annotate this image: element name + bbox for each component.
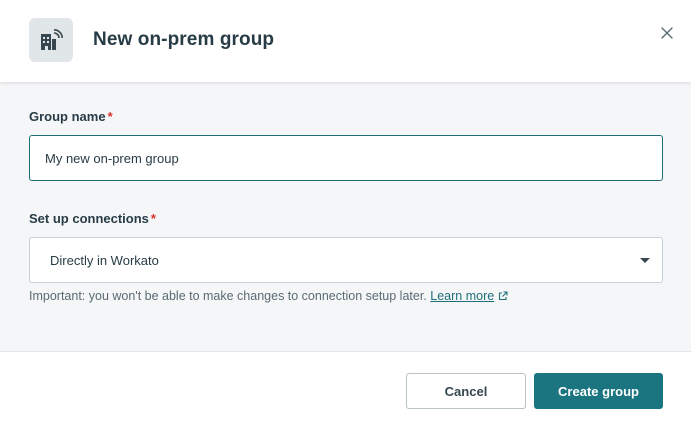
dialog-footer: Cancel Create group [0, 351, 691, 424]
external-link-icon[interactable] [498, 290, 508, 304]
group-name-input[interactable] [29, 135, 663, 181]
new-on-prem-group-dialog: New on-prem group Group name* Set up con… [0, 0, 691, 424]
dialog-header: New on-prem group [0, 0, 691, 82]
cancel-button[interactable]: Cancel [406, 373, 526, 409]
group-name-label-text: Group name [29, 109, 106, 124]
chevron-down-icon [640, 258, 650, 263]
dialog-body: Group name* Set up connections* Directly… [0, 82, 691, 351]
required-marker: * [150, 211, 156, 226]
dialog-title: New on-prem group [93, 29, 275, 50]
connections-selected-value: Directly in Workato [50, 253, 159, 268]
create-group-button[interactable]: Create group [534, 373, 663, 409]
building-signal-icon [29, 18, 73, 62]
connections-label-text: Set up connections [29, 211, 149, 226]
required-marker: * [107, 109, 113, 124]
connections-label: Set up connections * [29, 211, 156, 226]
learn-more-text: Learn more [430, 289, 495, 303]
hint-text: Important: you won't be able to make cha… [29, 289, 427, 303]
connections-select[interactable]: Directly in Workato [29, 237, 663, 283]
connections-hint: Important: you won't be able to make cha… [29, 289, 508, 304]
learn-more-link[interactable]: Learn more [430, 289, 494, 303]
close-icon[interactable] [658, 24, 676, 42]
group-name-label: Group name * [29, 109, 113, 124]
